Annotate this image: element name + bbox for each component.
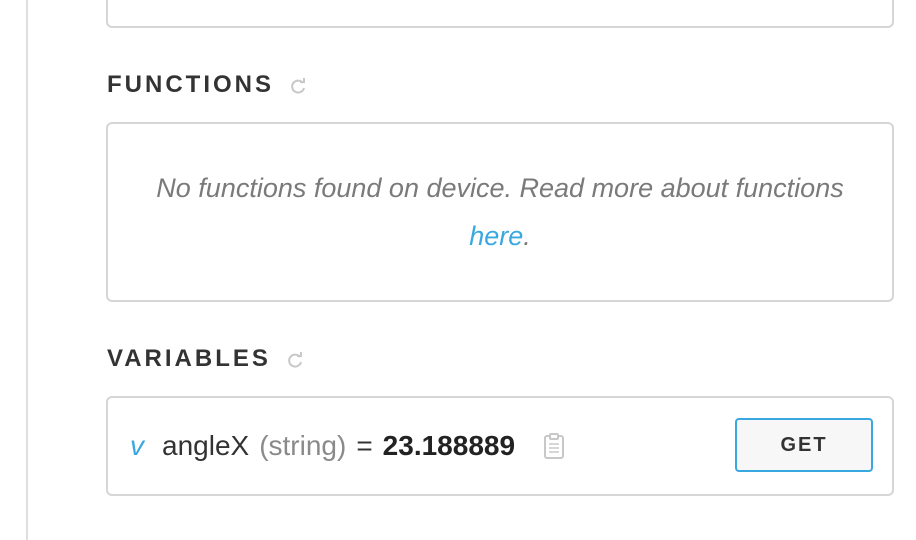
get-button[interactable]: GET xyxy=(735,418,873,472)
left-divider xyxy=(26,0,28,540)
functions-section-title: FUNCTIONS xyxy=(107,71,308,99)
refresh-icon[interactable] xyxy=(285,349,305,369)
variable-value: 23.188889 xyxy=(382,430,516,461)
variable-type-badge: v xyxy=(130,430,144,461)
functions-empty-message: No functions found on device. Read more … xyxy=(130,164,870,260)
refresh-icon[interactable] xyxy=(288,75,308,95)
functions-empty-text: No functions found on device. Read more … xyxy=(156,173,844,203)
functions-help-link[interactable]: here xyxy=(469,221,523,251)
variables-section-title: VARIABLES xyxy=(107,345,305,373)
functions-card: No functions found on device. Read more … xyxy=(106,122,894,302)
previous-section-card xyxy=(106,0,894,28)
variable-name: angleX xyxy=(162,430,250,461)
variable-type: (string) xyxy=(259,430,347,461)
clipboard-icon[interactable] xyxy=(543,433,565,459)
variable-equals: = xyxy=(356,430,373,461)
functions-heading: FUNCTIONS xyxy=(107,71,274,98)
functions-trailing-period: . xyxy=(523,221,531,251)
variables-heading: VARIABLES xyxy=(107,345,271,372)
variable-row: v angleX (string) = 23.188889 xyxy=(130,398,565,494)
variables-card: v angleX (string) = 23.188889 GET xyxy=(106,396,894,496)
